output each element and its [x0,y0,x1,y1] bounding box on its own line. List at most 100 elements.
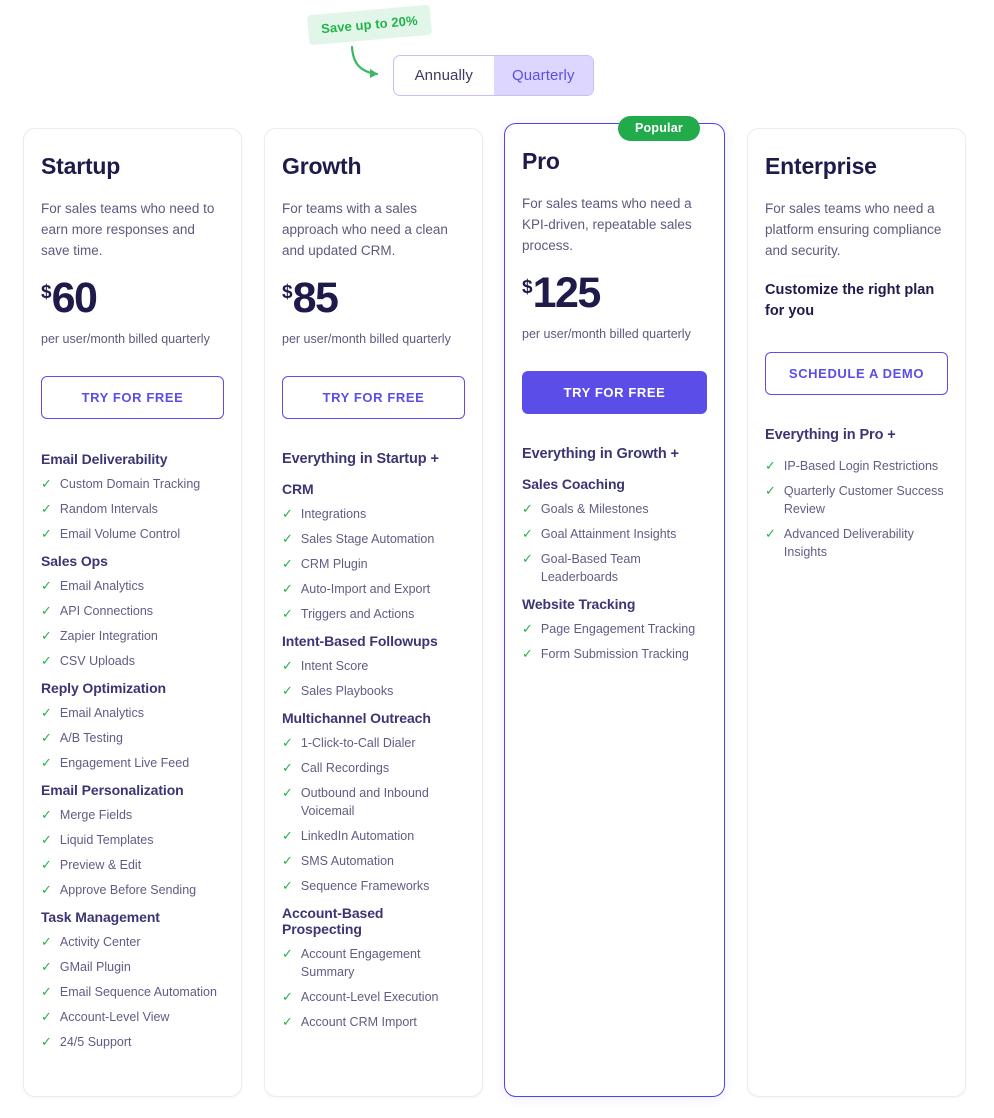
feature-item: ✓ Account CRM Import [282,1013,465,1031]
price-value: 125 [532,269,602,317]
feature-label: Email Analytics [59,579,144,593]
feature-group-heading: Account-Based Prospecting [282,905,384,937]
check-icon: ✓ [41,628,52,643]
feature-label: Form Submission Tracking [540,647,689,661]
check-icon: ✓ [282,683,293,698]
feature-item: ✓ Zapier Integration [41,627,224,645]
feature-group-heading: CRM [282,481,314,497]
plan-price: $ 85 [282,277,465,320]
feature-label: SMS Automation [300,854,395,868]
feature-list: Everything in Growth + Sales Coaching ✓ G… [522,446,707,663]
price-value: 85 [292,274,339,322]
feature-label: Integrations [300,507,367,521]
check-icon: ✓ [282,735,293,750]
feature-item: ✓ Sales Playbooks [282,682,465,700]
check-icon: ✓ [522,526,533,541]
price-value: 60 [51,274,98,322]
feature-item: ✓ CSV Uploads [41,652,224,670]
try-for-free-button[interactable]: TRY FOR FREE [41,376,224,419]
feature-item: ✓ Advanced Deliverability Insights [765,525,948,561]
feature-item: ✓ IP-Based Login Restrictions [765,457,948,475]
check-icon: ✓ [41,934,52,949]
feature-label: Goal Attainment Insights [540,527,677,541]
feature-label: Merge Fields [59,808,133,822]
feature-label: LinkedIn Automation [300,829,415,843]
plan-description: For teams with a sales approach who need… [282,201,448,258]
check-icon: ✓ [282,556,293,571]
feature-item: ✓ Goal Attainment Insights [522,525,707,543]
try-for-free-button[interactable]: TRY FOR FREE [282,376,465,419]
feature-item: ✓ Auto-Import and Export [282,580,465,598]
feature-label: Liquid Templates [59,833,154,847]
feature-item: ✓ API Connections [41,602,224,620]
feature-list: Everything in Pro + ✓ IP-Based Login Rest… [765,427,948,561]
feature-label: Sales Playbooks [300,684,394,698]
feature-group-heading: Website Tracking [522,596,636,612]
feature-group-heading: Reply Optimization [41,680,166,696]
feature-item: ✓ Email Analytics [41,704,224,722]
check-icon: ✓ [41,959,52,974]
check-icon: ✓ [765,526,776,541]
feature-group-heading: Task Management [41,909,160,925]
feature-group-heading: Multichannel Outreach [282,710,431,726]
feature-label: Account-Level View [59,1010,170,1024]
feature-label: Outbound and Inbound Voicemail [300,786,429,818]
feature-label: Advanced Deliverability Insights [783,527,914,559]
feature-item: ✓ A/B Testing [41,729,224,747]
check-icon: ✓ [41,526,52,541]
feature-label: Zapier Integration [59,629,158,643]
plan-price: $ 60 [41,277,224,320]
feature-item: ✓ Goal-Based Team Leaderboards [522,550,707,586]
feature-item: ✓ SMS Automation [282,852,465,870]
feature-item: ✓ Account-Level Execution [282,988,465,1006]
check-icon: ✓ [282,878,293,893]
feature-group: Account-Based Prospecting ✓ Account Engag… [282,905,465,1031]
check-icon: ✓ [282,581,293,596]
plan-name: Growth [282,153,362,179]
feature-label: Sales Stage Automation [300,532,435,546]
popular-badge: Popular [618,116,700,141]
feature-item: ✓ GMail Plugin [41,958,224,976]
feature-item: ✓ Activity Center [41,933,224,951]
check-icon: ✓ [41,578,52,593]
check-icon: ✓ [282,785,293,800]
feature-group-heading: Sales Coaching [522,476,625,492]
feature-group: Task Management ✓ Activity Center ✓ GMail … [41,909,224,1051]
feature-item: ✓ Page Engagement Tracking [522,620,707,638]
price-currency: $ [522,277,533,298]
feature-group: Reply Optimization ✓ Email Analytics ✓ A/B… [41,680,224,772]
feature-label: CRM Plugin [300,557,368,571]
check-icon: ✓ [282,606,293,621]
check-icon: ✓ [41,476,52,491]
check-icon: ✓ [765,458,776,473]
check-icon: ✓ [282,989,293,1004]
feature-label: Intent Score [300,659,369,673]
check-icon: ✓ [41,603,52,618]
try-for-free-button[interactable]: TRY FOR FREE [522,371,707,414]
feature-label: Account-Level Execution [300,990,439,1004]
feature-label: Triggers and Actions [300,607,415,621]
schedule-a-demo-button[interactable]: SCHEDULE A DEMO [765,352,948,395]
price-subtitle: per user/month billed quarterly [41,332,210,346]
feature-label: Random Intervals [59,502,158,516]
feature-label: Preview & Edit [59,858,142,872]
check-icon: ✓ [282,531,293,546]
feature-group: Website Tracking ✓ Page Engagement Tracki… [522,596,707,663]
feature-label: Account CRM Import [300,1015,417,1029]
check-icon: ✓ [41,882,52,897]
feature-group-heading: Sales Ops [41,553,108,569]
check-icon: ✓ [765,483,776,498]
feature-label: Custom Domain Tracking [59,477,201,491]
feature-item: ✓ Preview & Edit [41,856,224,874]
plan-description: For sales teams who need a KPI-driven, r… [522,196,692,253]
feature-label: GMail Plugin [59,960,131,974]
feature-label: Page Engagement Tracking [540,622,696,636]
check-icon: ✓ [41,705,52,720]
inherit-heading: Everything in Growth + [522,446,679,462]
feature-item: ✓ Intent Score [282,657,465,675]
feature-item: ✓ Form Submission Tracking [522,645,707,663]
feature-item: ✓ CRM Plugin [282,555,465,573]
feature-item: ✓ Account Engagement Summary [282,945,465,981]
custom-plan-note: Customize the right plan for you [765,282,935,319]
pricing-page: Save up to 20% Annually Quarterly Popula… [0,0,994,1118]
